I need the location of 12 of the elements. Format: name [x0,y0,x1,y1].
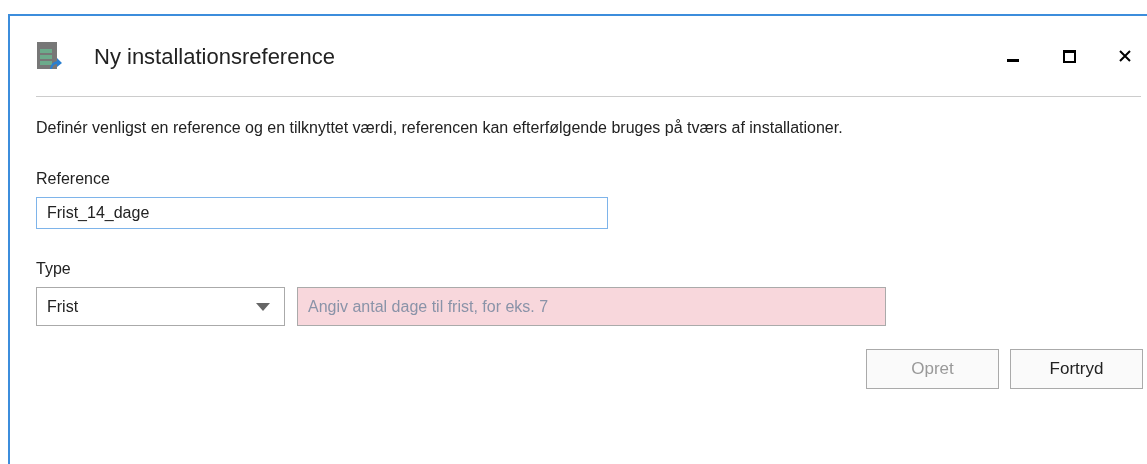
server-upload-icon [36,41,62,71]
reference-label: Reference [36,169,110,189]
dropdown-arrow-icon [256,302,270,311]
type-label: Type [36,259,71,279]
close-button[interactable] [1117,48,1133,64]
maximize-button[interactable] [1061,48,1077,64]
reference-input[interactable]: Frist_14_dage [36,197,608,229]
dialog-button[interactable]: Fortryd [1010,349,1143,389]
type-dropdown[interactable]: Frist [36,287,285,326]
window-title: Ny installationsreference [94,42,335,71]
description-text: Definér venligst en reference og en tilknyttet værdi, referencen kan efterfølgende bruges på tværs af installationer. [36,118,844,138]
value-input[interactable]: Angiv antal dage til frist, for eks. 7 [297,287,886,326]
